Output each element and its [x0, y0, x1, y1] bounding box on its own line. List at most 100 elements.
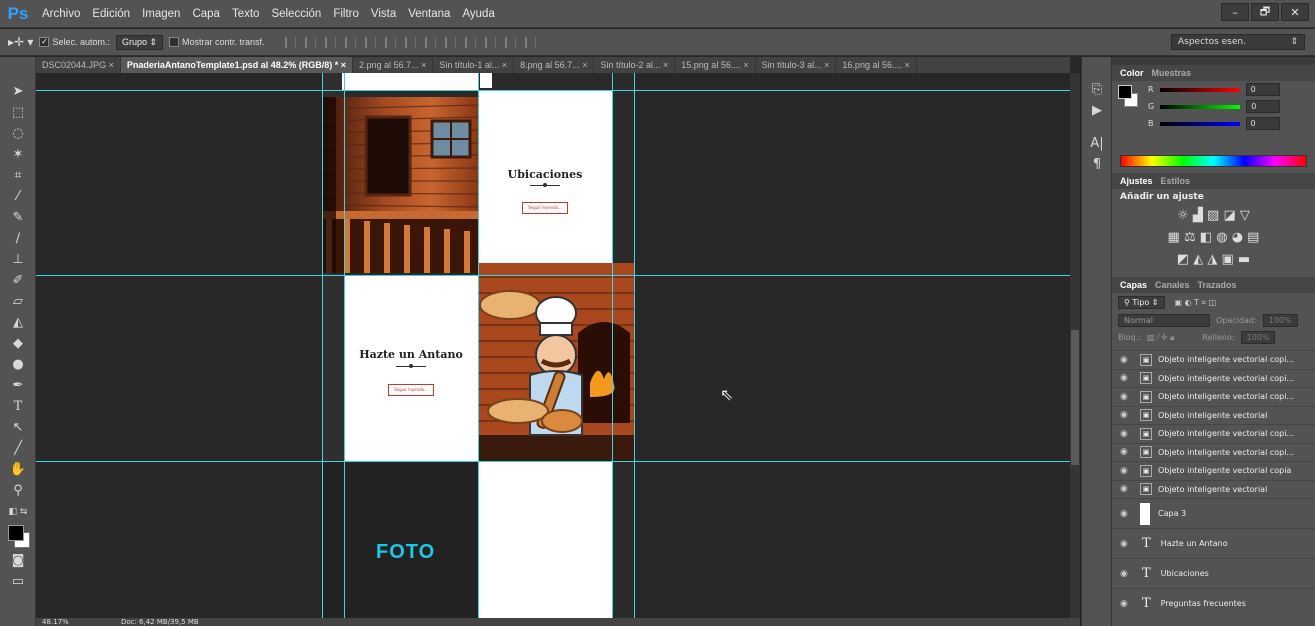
hue-saturation-icon[interactable]: ▦	[1168, 230, 1180, 245]
close-tab-icon[interactable]: ×	[904, 60, 909, 70]
blue-value[interactable]: 0	[1245, 117, 1280, 130]
healing-brush-tool-icon[interactable]: ✎	[0, 207, 36, 228]
restore-button[interactable]: 🗗	[1251, 3, 1279, 21]
auto-select-dropdown[interactable]: Grupo ⇕	[115, 34, 164, 50]
show-transform-checkbox[interactable]: Mostrar contr. transf.	[169, 37, 265, 48]
filter-icons[interactable]: ▣ ◐ T ⌗ ◫	[1175, 298, 1217, 308]
foreground-color-swatch[interactable]	[8, 525, 24, 541]
menu-edicion[interactable]: Edición	[86, 8, 136, 20]
opacity-field[interactable]: 100%	[1262, 314, 1298, 327]
selective-color-icon[interactable]: ▣	[1221, 252, 1233, 267]
pen-tool-icon[interactable]: ✒	[0, 375, 36, 396]
color-spectrum[interactable]	[1120, 155, 1307, 167]
tab-sin-titulo-1[interactable]: Sin título-1 al... ×	[433, 57, 515, 73]
shape-tool-icon[interactable]: ╱	[0, 438, 36, 459]
close-button[interactable]: ✕	[1281, 3, 1309, 21]
invert-icon[interactable]: ◩	[1177, 252, 1189, 267]
align-top-icon[interactable]	[284, 36, 296, 48]
move-tool-icon[interactable]: ▸✛ ▾	[8, 35, 33, 49]
zoom-tool-icon[interactable]: ⚲	[0, 480, 36, 501]
visibility-eye-icon[interactable]: ◉	[1120, 599, 1134, 609]
history-panel-icon[interactable]: ⎘	[1082, 79, 1112, 100]
character-panel-icon[interactable]: A|	[1082, 133, 1112, 154]
swap-colors-icon[interactable]: ◧ ⇆	[0, 501, 36, 522]
distribute-hcenter-icon[interactable]	[484, 36, 496, 48]
distribute-right-icon[interactable]	[504, 36, 516, 48]
visibility-eye-icon[interactable]: ◉	[1120, 447, 1134, 457]
layer-row[interactable]: ◉ ▣ Objeto inteligente vectorial	[1112, 479, 1315, 499]
menu-ayuda[interactable]: Ayuda	[456, 8, 500, 20]
tab-channels[interactable]: Canales	[1155, 280, 1190, 290]
auto-align-icon[interactable]	[524, 36, 536, 48]
stamp-tool-icon[interactable]: ⊥	[0, 249, 36, 270]
history-brush-tool-icon[interactable]: ✐	[0, 270, 36, 291]
gradient-map-icon[interactable]: ▬	[1238, 252, 1250, 267]
scrollbar-thumb[interactable]	[1071, 330, 1079, 465]
layer-row[interactable]: ◉ T Ubicaciones	[1112, 558, 1315, 588]
magic-wand-tool-icon[interactable]: ✶	[0, 144, 36, 165]
distribute-left-icon[interactable]	[464, 36, 476, 48]
layer-row[interactable]: ◉ ▣ Objeto inteligente vectorial copi...	[1112, 424, 1315, 443]
eraser-tool-icon[interactable]: ▱	[0, 291, 36, 312]
actions-panel-icon[interactable]: ▶	[1082, 100, 1112, 121]
align-vcenter-icon[interactable]	[304, 36, 316, 48]
vibrance-icon[interactable]: ▽	[1240, 208, 1250, 223]
menu-archivo[interactable]: Archivo	[36, 8, 86, 20]
type-tool-icon[interactable]: T	[0, 396, 36, 417]
visibility-eye-icon[interactable]: ◉	[1120, 429, 1134, 439]
visibility-eye-icon[interactable]: ◉	[1120, 484, 1134, 494]
layer-row[interactable]: ◉ ▣ Objeto inteligente vectorial copia	[1112, 461, 1315, 480]
paragraph-panel-icon[interactable]: ¶	[1082, 154, 1112, 175]
close-tab-icon[interactable]: ×	[582, 60, 587, 70]
layer-row[interactable]: ◉ Capa 3	[1112, 498, 1315, 528]
exposure-icon[interactable]: ◪	[1223, 208, 1235, 223]
layer-row[interactable]: ◉ ▣ Objeto inteligente vectorial	[1112, 405, 1315, 425]
lock-icons[interactable]: ▨ ⁄ ✛ 🔒︎	[1147, 333, 1174, 343]
tab-paths[interactable]: Trazados	[1198, 280, 1237, 290]
visibility-eye-icon[interactable]: ◉	[1120, 509, 1134, 519]
auto-select-checkbox[interactable]: ✓ Selec. autom.:	[39, 37, 110, 48]
bucket-tool-icon[interactable]: ◭	[0, 312, 36, 333]
dodge-tool-icon[interactable]: ●	[0, 354, 36, 375]
close-tab-icon[interactable]: ×	[502, 60, 507, 70]
distribute-bottom-icon[interactable]	[444, 36, 456, 48]
layer-row[interactable]: ◉ T Hazte un Antano	[1112, 528, 1315, 558]
black-white-icon[interactable]: ◧	[1200, 230, 1212, 245]
menu-texto[interactable]: Texto	[226, 8, 266, 20]
screen-mode-icon[interactable]: ▭	[0, 571, 36, 592]
green-slider[interactable]: G0	[1112, 98, 1315, 115]
menu-imagen[interactable]: Imagen	[136, 8, 186, 20]
tab-swatches[interactable]: Muestras	[1152, 68, 1192, 78]
close-tab-icon[interactable]: ×	[663, 60, 668, 70]
close-tab-icon[interactable]: ×	[743, 60, 748, 70]
distribute-top-icon[interactable]	[404, 36, 416, 48]
color-balance-icon[interactable]: ⚖	[1184, 230, 1196, 245]
tab-styles[interactable]: Estilos	[1161, 176, 1191, 186]
menu-vista[interactable]: Vista	[365, 8, 402, 20]
tab-layers[interactable]: Capas	[1120, 280, 1147, 290]
blue-slider[interactable]: B0	[1112, 115, 1315, 132]
tab-sin-titulo-3[interactable]: Sin título-3 al... ×	[756, 57, 837, 73]
layer-row[interactable]: ◉ ▣ Objeto inteligente vectorial copi...	[1112, 350, 1315, 369]
visibility-eye-icon[interactable]: ◉	[1120, 539, 1134, 549]
red-value[interactable]: 0	[1245, 83, 1280, 96]
move-tool-icon[interactable]: ➤	[0, 81, 36, 102]
layer-row[interactable]: ◉ ▣ Objeto inteligente vectorial copi...	[1112, 368, 1315, 388]
layer-row[interactable]: ◉ ▣ Objeto inteligente vectorial copi...	[1112, 442, 1315, 462]
ubicaciones-read-more-button[interactable]: Seguir leyendo...	[522, 202, 568, 214]
layer-row[interactable]: ◉ T Preguntas frecuentes	[1112, 588, 1315, 618]
tab-adjustments[interactable]: Ajustes	[1120, 176, 1153, 186]
tab-15png[interactable]: 15.png al 56.... ×	[675, 57, 756, 73]
minimize-button[interactable]: –	[1221, 3, 1249, 21]
color-swatches[interactable]	[0, 522, 35, 550]
hand-tool-icon[interactable]: ✋	[0, 459, 36, 480]
eyedropper-tool-icon[interactable]: ⁄	[0, 186, 36, 207]
zoom-level[interactable]: 48.17%	[42, 618, 69, 626]
close-tab-icon[interactable]: ×	[109, 60, 114, 70]
lasso-tool-icon[interactable]: ◌	[0, 123, 36, 144]
levels-icon[interactable]: ▟	[1193, 208, 1203, 223]
crop-tool-icon[interactable]: ⌗	[0, 165, 36, 186]
posterize-icon[interactable]: ◭	[1193, 252, 1203, 267]
align-left-icon[interactable]	[344, 36, 356, 48]
tab-2png[interactable]: 2.png al 56.7... ×	[353, 57, 434, 73]
